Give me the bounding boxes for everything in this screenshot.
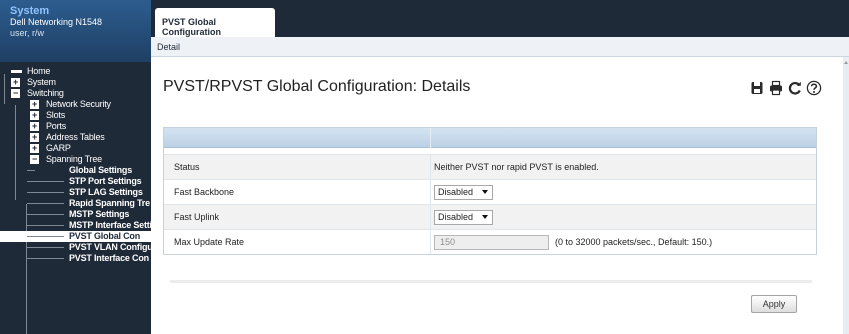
expand-icon[interactable]: + (30, 122, 39, 131)
device-name: Dell Networking N1548 (10, 17, 103, 27)
tab-pvst-global-configuration[interactable]: PVST Global Configuration (155, 8, 275, 37)
sidebar-item-switching[interactable]: − Switching (0, 88, 151, 99)
expand-icon[interactable]: + (11, 78, 20, 87)
tab-label: PVST Global Configuration (162, 17, 221, 37)
details-table: Status Neither PVST nor rapid PVST is en… (163, 127, 817, 255)
sidebar-item-slots[interactable]: + Slots (0, 110, 151, 121)
system-header: System Dell Networking N1548 user, r/w (0, 0, 151, 62)
max-update-rate-label: Max Update Rate (174, 237, 245, 247)
sidebar-item-stp-lag-settings[interactable]: STP LAG Settings (0, 187, 151, 198)
sidebar-item-ports[interactable]: + Ports (0, 121, 151, 132)
collapse-icon[interactable]: − (30, 155, 39, 164)
status-value: Neither PVST nor rapid PVST is enabled. (434, 162, 599, 172)
max-update-rate-hint: (0 to 32000 packets/sec., Default: 150.) (555, 237, 713, 247)
sub-tab-bar: Detail (151, 37, 849, 57)
sidebar-item-mstp-interface-settings[interactable]: MSTP Interface Setti (0, 220, 151, 231)
table-row-fast-backbone: Fast Backbone Disabled (164, 179, 816, 204)
fast-backbone-selected: Disabled (438, 187, 474, 197)
fast-backbone-label: Fast Backbone (174, 187, 235, 197)
expand-icon[interactable]: + (30, 100, 39, 109)
dropdown-arrow-icon (482, 190, 488, 194)
sidebar-item-home[interactable]: Home (0, 66, 151, 77)
expand-icon[interactable]: + (30, 133, 39, 142)
sidebar-item-pvst-global-configuration[interactable]: PVST Global Con (0, 231, 151, 242)
refresh-icon[interactable] (787, 80, 803, 96)
sidebar-item-garp[interactable]: + GARP (0, 143, 151, 154)
sidebar-item-pvst-interface-configuration[interactable]: PVST Interface Con (0, 253, 151, 264)
status-label: Status (174, 162, 200, 172)
help-icon[interactable] (806, 80, 822, 96)
sidebar-item-spanning-tree[interactable]: − Spanning Tree (0, 154, 151, 165)
max-update-rate-input[interactable]: 150 (434, 235, 549, 250)
fast-uplink-select[interactable]: Disabled (434, 210, 493, 225)
table-row-fast-uplink: Fast Uplink Disabled (164, 204, 816, 229)
table-row-max-update-rate: Max Update Rate 150 (0 to 32000 packets/… (164, 229, 816, 254)
table-row-status: Status Neither PVST nor rapid PVST is en… (164, 154, 816, 179)
collapse-icon[interactable]: − (11, 89, 20, 98)
fast-uplink-selected: Disabled (438, 212, 474, 222)
sidebar-item-network-security[interactable]: + Network Security (0, 99, 151, 110)
divider (170, 280, 812, 283)
sidebar-item-pvst-vlan-configuration[interactable]: PVST VLAN Configu (0, 242, 151, 253)
sidebar-item-system[interactable]: + System (0, 77, 151, 88)
dropdown-arrow-icon (482, 215, 488, 219)
page-title: PVST/RPVST Global Configuration: Details (163, 78, 471, 95)
scrollbar[interactable] (843, 57, 849, 334)
save-icon[interactable] (749, 80, 765, 96)
tab-detail[interactable]: Detail (157, 42, 180, 52)
sidebar: System Dell Networking N1548 user, r/w H… (0, 0, 151, 334)
sidebar-item-stp-port-settings[interactable]: STP Port Settings (0, 176, 151, 187)
fast-backbone-select[interactable]: Disabled (434, 185, 493, 200)
user-info: user, r/w (10, 28, 45, 38)
home-icon (11, 70, 22, 73)
print-icon[interactable] (768, 80, 784, 96)
expand-icon[interactable]: + (30, 111, 39, 120)
fast-uplink-label: Fast Uplink (174, 212, 220, 222)
apply-button[interactable]: Apply (751, 295, 797, 313)
nav-tree: Home + System − Switching + Network Secu… (0, 66, 151, 334)
sidebar-item-global-settings[interactable]: Global Settings (0, 165, 151, 176)
sidebar-item-rapid-spanning-tree[interactable]: Rapid Spanning Tre (0, 198, 151, 209)
system-title: System (10, 5, 50, 17)
sidebar-item-address-tables[interactable]: + Address Tables (0, 132, 151, 143)
sidebar-item-mstp-settings[interactable]: MSTP Settings (0, 209, 151, 220)
expand-icon[interactable]: + (30, 144, 39, 153)
table-header (164, 128, 816, 148)
